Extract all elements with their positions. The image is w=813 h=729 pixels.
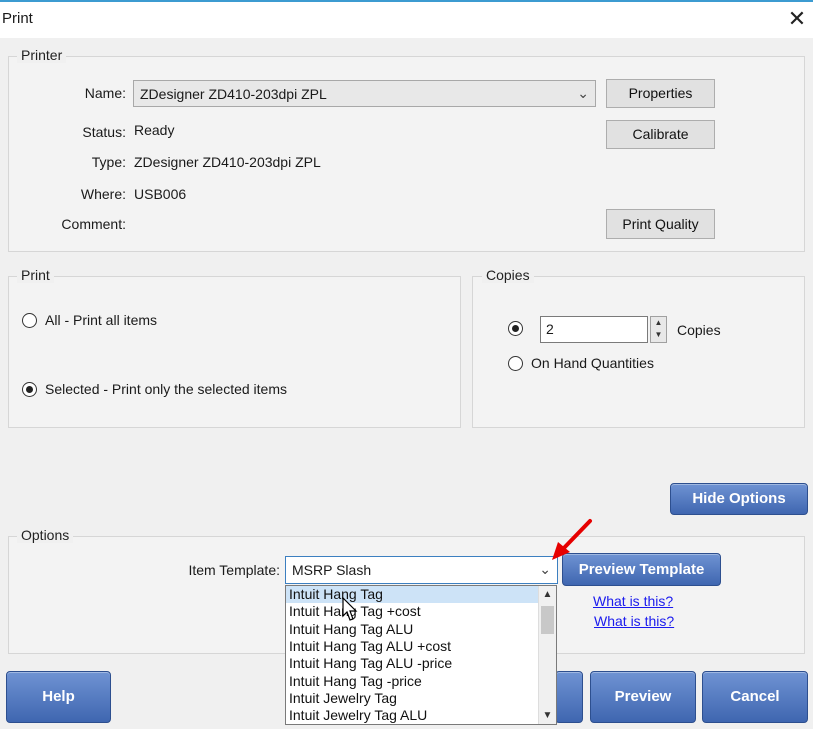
chevron-down-icon: ⌄ — [577, 85, 589, 101]
status-value: Ready — [134, 122, 175, 138]
spin-up-icon[interactable]: ▲ — [651, 317, 666, 329]
title-bar: Print ✕ — [0, 0, 813, 38]
list-item[interactable]: Intuit Hang Tag ALU +cost — [286, 638, 538, 655]
where-value: USB006 — [134, 186, 187, 202]
copies-spinner[interactable]: ▲ ▼ — [650, 316, 667, 343]
list-item[interactable]: Intuit Jewelry Tag ALU — [286, 707, 538, 724]
scroll-up-icon[interactable]: ▲ — [539, 586, 556, 603]
on-hand-radio[interactable] — [508, 356, 523, 371]
red-arrow-annotation — [552, 519, 592, 560]
print-selected-label[interactable]: Selected - Print only the selected items — [45, 381, 287, 397]
print-group-legend: Print — [17, 267, 54, 283]
list-item[interactable]: Intuit Jewelry Tag — [286, 690, 538, 707]
chevron-down-icon: ⌄ — [539, 561, 551, 577]
list-item[interactable]: Intuit Hang Tag — [286, 586, 538, 603]
window-title: Print — [2, 10, 33, 27]
print-group — [8, 276, 461, 428]
list-item[interactable]: Intuit Hang Tag ALU -price — [286, 655, 538, 672]
help-button[interactable]: Help — [6, 671, 111, 723]
printer-name-value: ZDesigner ZD410-203dpi ZPL — [140, 86, 327, 102]
what-is-this-link-2[interactable]: What is this? — [594, 613, 674, 629]
print-quality-button[interactable]: Print Quality — [606, 209, 715, 239]
spin-down-icon[interactable]: ▼ — [651, 329, 666, 341]
item-template-select[interactable]: MSRP Slash ⌄ — [285, 556, 558, 584]
comment-label: Comment: — [61, 216, 126, 232]
print-selected-radio[interactable] — [22, 382, 37, 397]
item-template-value: MSRP Slash — [292, 562, 372, 578]
mouse-cursor-icon — [342, 597, 358, 621]
hidden-button-partial[interactable] — [555, 671, 583, 723]
scrollbar-thumb[interactable] — [541, 606, 554, 634]
copies-count-input[interactable]: 2 — [540, 316, 648, 343]
printer-name-select[interactable]: ZDesigner ZD410-203dpi ZPL ⌄ — [133, 80, 596, 107]
list-item[interactable]: Intuit Hang Tag ALU — [286, 621, 538, 638]
name-label: Name: — [84, 85, 126, 101]
hide-options-button[interactable]: Hide Options — [670, 483, 808, 515]
on-hand-label[interactable]: On Hand Quantities — [531, 355, 654, 371]
cancel-button[interactable]: Cancel — [702, 671, 808, 723]
close-icon[interactable]: ✕ — [786, 8, 808, 30]
copies-label: Copies — [677, 322, 721, 338]
dropdown-scrollbar[interactable]: ▲ ▼ — [538, 586, 556, 724]
copies-count-value: 2 — [546, 321, 554, 337]
type-value: ZDesigner ZD410-203dpi ZPL — [134, 154, 321, 170]
item-template-label: Item Template: — [188, 562, 280, 578]
calibrate-button[interactable]: Calibrate — [606, 120, 715, 149]
copies-radio[interactable] — [508, 321, 523, 336]
type-label: Type: — [91, 154, 126, 170]
print-all-label[interactable]: All - Print all items — [45, 312, 157, 328]
where-label: Where: — [80, 186, 126, 202]
item-template-dropdown-list[interactable]: Intuit Hang Tag Intuit Hang Tag +cost In… — [285, 585, 557, 725]
what-is-this-link-1[interactable]: What is this? — [593, 593, 673, 609]
copies-group — [472, 276, 805, 428]
options-group-legend: Options — [17, 527, 74, 543]
copies-group-legend: Copies — [482, 267, 534, 283]
status-label: Status: — [82, 124, 126, 140]
list-item[interactable]: Intuit Hang Tag +cost — [286, 603, 538, 620]
printer-group-legend: Printer — [17, 47, 67, 63]
list-item[interactable]: Intuit Hang Tag -price — [286, 673, 538, 690]
properties-button[interactable]: Properties — [606, 79, 715, 108]
print-all-radio[interactable] — [22, 313, 37, 328]
preview-button[interactable]: Preview — [590, 671, 696, 723]
scroll-down-icon[interactable]: ▼ — [539, 707, 556, 724]
